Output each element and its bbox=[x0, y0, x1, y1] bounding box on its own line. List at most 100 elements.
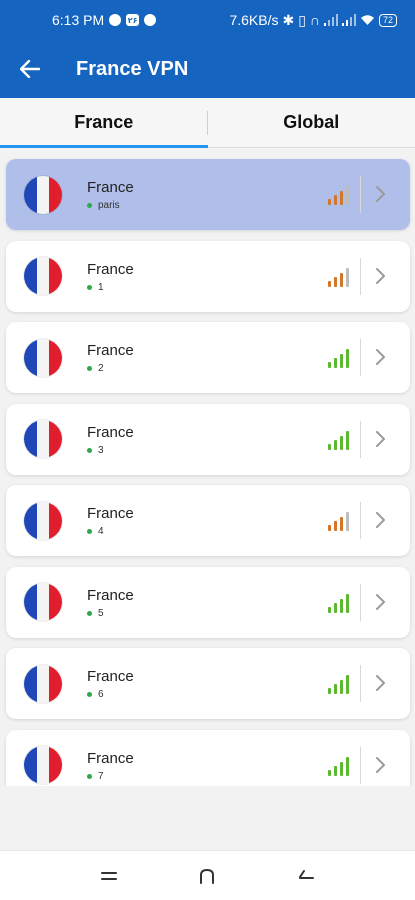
signal-bar bbox=[340, 680, 343, 694]
tab-divider bbox=[207, 111, 208, 135]
bluetooth-icon: ✱ bbox=[282, 11, 295, 28]
signal-bar bbox=[328, 443, 331, 450]
menu-button[interactable] bbox=[89, 856, 129, 896]
online-status-dot bbox=[87, 203, 92, 208]
server-country-label: France bbox=[87, 342, 134, 359]
signal-strength-icon bbox=[328, 186, 349, 205]
card-divider bbox=[360, 665, 361, 702]
signal-bar bbox=[346, 349, 349, 368]
signal-bar bbox=[328, 199, 331, 205]
server-detail: 4 bbox=[87, 526, 104, 537]
chevron-right-icon[interactable] bbox=[372, 672, 388, 694]
server-list[interactable]: France paris France 1 France 2 France 3 France 4 F… bbox=[0, 158, 415, 786]
server-card[interactable]: France paris bbox=[6, 159, 410, 230]
tab-bar: France Global bbox=[0, 98, 415, 148]
signal-bar bbox=[346, 593, 349, 613]
app-bar: France VPN bbox=[0, 40, 415, 98]
server-card[interactable]: France 7 bbox=[6, 729, 410, 786]
online-status-dot bbox=[87, 366, 92, 371]
signal-bar bbox=[328, 362, 331, 368]
france-flag-icon bbox=[24, 420, 62, 458]
signal-strength-icon bbox=[328, 512, 349, 531]
server-country-label: France bbox=[87, 505, 134, 522]
card-divider bbox=[360, 502, 361, 539]
signal-bar bbox=[340, 435, 343, 450]
signal-bar bbox=[328, 525, 331, 531]
signal-bar bbox=[334, 765, 337, 776]
notification-dot-icon bbox=[109, 14, 122, 26]
online-status-dot bbox=[87, 447, 92, 453]
notification-icon bbox=[144, 14, 157, 26]
tab-france[interactable]: France bbox=[0, 98, 208, 148]
france-flag-icon bbox=[24, 175, 62, 214]
signal-bar bbox=[334, 358, 337, 368]
online-status-dot bbox=[87, 773, 92, 779]
server-country-label: France bbox=[87, 423, 134, 441]
chevron-right-icon[interactable] bbox=[372, 183, 388, 205]
server-card[interactable]: France 1 bbox=[6, 240, 410, 312]
signal-strength-icon bbox=[328, 430, 349, 450]
signal-bar bbox=[328, 769, 331, 776]
navigation-bar bbox=[0, 850, 415, 900]
signal-strength-icon bbox=[328, 593, 349, 613]
chevron-right-icon[interactable] bbox=[372, 754, 388, 776]
server-detail: 3 bbox=[87, 445, 104, 456]
vpn-key-icon: ∩ bbox=[309, 12, 320, 28]
server-card[interactable]: France 5 bbox=[6, 566, 410, 638]
server-detail: 6 bbox=[87, 689, 104, 700]
signal-bar bbox=[346, 675, 349, 694]
tab-global[interactable]: Global bbox=[208, 98, 415, 147]
battery-icon: 72 bbox=[378, 13, 397, 27]
chevron-right-icon[interactable] bbox=[372, 265, 388, 287]
back-button[interactable] bbox=[0, 40, 60, 98]
signal-bar bbox=[346, 267, 349, 287]
server-detail: 1 bbox=[87, 282, 104, 293]
france-flag-icon bbox=[24, 746, 62, 784]
server-detail: 5 bbox=[87, 608, 104, 619]
cell-signal-2-icon bbox=[341, 14, 356, 26]
chevron-right-icon[interactable] bbox=[372, 346, 388, 368]
status-bar: 6:13 PM ۲۶ 7.6KB/s ✱ ▯ ∩ 72 bbox=[0, 0, 415, 40]
signal-bar bbox=[346, 512, 349, 531]
server-detail: 7 bbox=[87, 771, 104, 782]
card-divider bbox=[360, 583, 361, 621]
server-country-label: France bbox=[87, 749, 134, 767]
online-status-dot bbox=[87, 284, 92, 290]
signal-bar bbox=[340, 272, 343, 287]
chevron-right-icon[interactable] bbox=[372, 428, 388, 450]
server-country-label: France bbox=[87, 586, 134, 604]
arrow-left-icon bbox=[20, 60, 40, 78]
france-flag-icon bbox=[24, 338, 62, 377]
server-detail-label: 3 bbox=[98, 444, 104, 456]
signal-bar bbox=[334, 276, 337, 287]
france-flag-icon bbox=[24, 583, 62, 621]
server-detail-label: paris bbox=[98, 200, 120, 211]
online-status-dot bbox=[87, 610, 92, 616]
server-detail-label: 4 bbox=[98, 526, 104, 537]
chevron-right-icon[interactable] bbox=[372, 591, 388, 613]
online-status-dot bbox=[87, 692, 92, 697]
wifi-icon bbox=[360, 15, 374, 25]
signal-bar bbox=[340, 598, 343, 613]
signal-bar bbox=[334, 602, 337, 613]
home-button[interactable] bbox=[187, 856, 227, 896]
chevron-right-icon[interactable] bbox=[372, 509, 388, 531]
server-card[interactable]: France 6 bbox=[6, 648, 410, 719]
signal-bar bbox=[334, 439, 337, 450]
server-detail: 2 bbox=[87, 363, 104, 374]
server-country-label: France bbox=[87, 179, 134, 196]
france-flag-icon bbox=[24, 501, 62, 540]
card-divider bbox=[360, 257, 361, 295]
network-speed: 7.6KB/s bbox=[229, 12, 279, 28]
signal-bar bbox=[346, 756, 349, 776]
system-back-button[interactable] bbox=[286, 856, 326, 896]
server-card[interactable]: France 3 bbox=[6, 403, 410, 475]
page-title: France VPN bbox=[76, 57, 189, 80]
signal-bar bbox=[346, 430, 349, 450]
server-detail-label: 5 bbox=[98, 607, 104, 619]
signal-bar bbox=[346, 186, 349, 205]
server-card[interactable]: France 2 bbox=[6, 322, 410, 393]
signal-bar bbox=[340, 761, 343, 776]
server-card[interactable]: France 4 bbox=[6, 485, 410, 556]
cell-signal-icon bbox=[323, 14, 338, 26]
